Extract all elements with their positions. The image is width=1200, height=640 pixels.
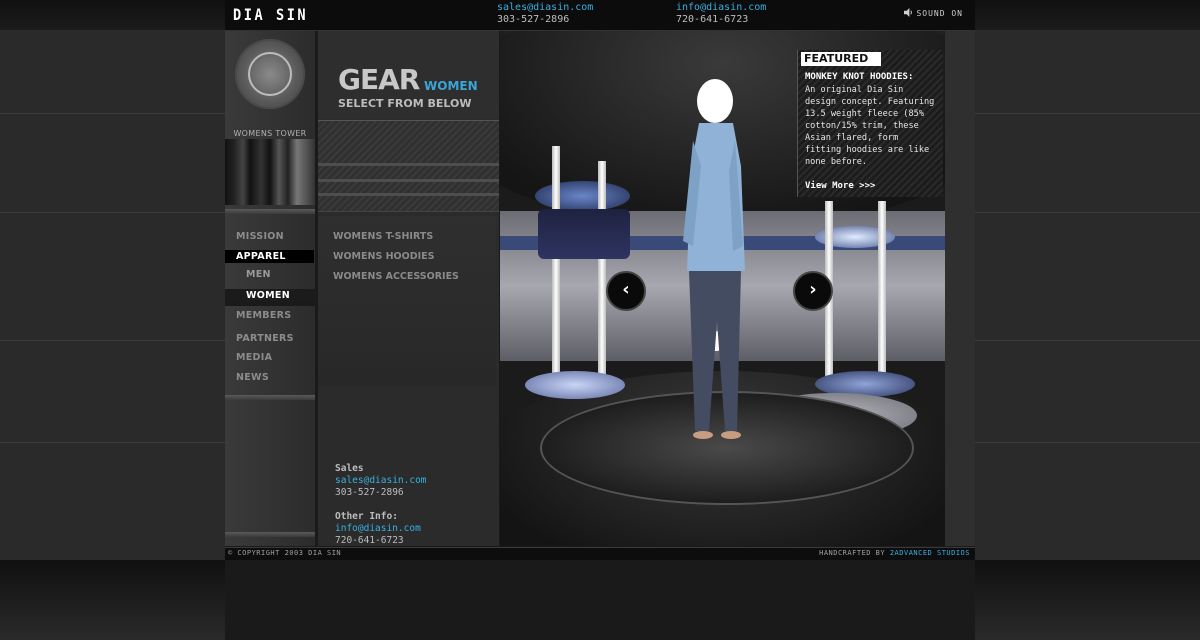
tower-label: WOMENS TOWER [233, 129, 307, 138]
next-arrow-button[interactable]: › [793, 271, 833, 311]
view-more-link[interactable]: View More >>> [805, 181, 875, 191]
nav-partners[interactable]: PARTNERS [236, 333, 294, 344]
womens-hoodies-link[interactable]: WOMENS HOODIES [333, 251, 434, 262]
sales-email-link[interactable]: sales@diasin.com [335, 475, 427, 487]
featured-title: MONKEY KNOT HOODIES: [805, 72, 914, 82]
sales-phone: 303-527-2896 [335, 487, 404, 498]
sales-block: Sales sales@diasin.com 303-527-2896 [335, 463, 427, 499]
stripe-panel [318, 120, 499, 212]
dia-sin-emblem [235, 39, 305, 109]
studio-link[interactable]: 2ADVANCED STUDIOS [890, 549, 970, 557]
copyright-text: © COPYRIGHT 2003 DIA SIN [228, 549, 342, 557]
womens-accessories-link[interactable]: WOMENS ACCESSORIES [333, 271, 459, 282]
nav-members[interactable]: MEMBERS [236, 310, 291, 321]
womens-tower-thumbnail[interactable] [225, 139, 315, 205]
info-email-link[interactable]: info@diasin.com [676, 2, 766, 14]
nav-divider [225, 395, 315, 400]
stripe-rule [318, 179, 499, 182]
info-contact: info@diasin.com 720-641-6723 [676, 2, 766, 26]
left-sidebar: WOMENS TOWER MISSION APPAREL MEN WOMEN M… [225, 31, 324, 546]
speaker-icon [904, 8, 913, 17]
nav-mission[interactable]: MISSION [236, 231, 284, 242]
left-pod-base [525, 371, 625, 399]
stripe-rule [318, 163, 499, 166]
womens-tshirts-link[interactable]: WOMENS T-SHIRTS [333, 231, 433, 242]
gear-column: GEAR WOMEN SELECT FROM BELOW WOMENS T-SH… [318, 31, 499, 546]
featured-description: An original Dia Sin design concept. Feat… [805, 85, 935, 167]
nav-divider [225, 532, 315, 537]
nav-divider [225, 209, 315, 214]
footer-bar: © COPYRIGHT 2003 DIA SIN HANDCRAFTED BY … [225, 547, 975, 560]
info-phone: 720-641-6723 [676, 14, 749, 25]
other-info-heading: Other Info: [335, 511, 398, 522]
nav-news[interactable]: NEWS [236, 372, 269, 383]
top-bar: DIA SIN sales@diasin.com 303-527-2896 in… [225, 0, 975, 31]
featured-tag: FEATURED [801, 52, 881, 66]
site-logo[interactable]: DIA SIN [233, 5, 308, 24]
info-phone: 720-641-6723 [335, 535, 404, 546]
nav-divider [225, 302, 315, 306]
sales-phone: 303-527-2896 [497, 14, 570, 25]
credit-prefix: HANDCRAFTED BY [819, 549, 886, 557]
featured-panel: FEATURED MONKEY KNOT HOODIES: An origina… [797, 50, 943, 197]
nav-apparel[interactable]: APPAREL [225, 250, 314, 263]
nav-media[interactable]: MEDIA [236, 352, 272, 363]
stripe-rule [318, 193, 499, 196]
info-email-link[interactable]: info@diasin.com [335, 523, 421, 535]
previous-arrow-button[interactable]: ‹ [606, 271, 646, 311]
left-pod-top [535, 181, 630, 211]
gear-category: WOMEN [424, 79, 478, 93]
sound-label: SOUND ON [916, 9, 963, 18]
gear-subtitle: SELECT FROM BELOW [338, 97, 472, 110]
sales-contact: sales@diasin.com 303-527-2896 [497, 2, 593, 26]
nav-women[interactable]: WOMEN [225, 289, 324, 302]
credit-text: HANDCRAFTED BY 2ADVANCED STUDIOS [819, 549, 970, 557]
light-tube [598, 161, 606, 386]
mannequin-figure [683, 79, 745, 439]
gear-title: GEAR [338, 63, 420, 96]
left-pod-drum [538, 209, 630, 259]
sales-email-link[interactable]: sales@diasin.com [497, 2, 593, 14]
light-tube [878, 201, 886, 386]
light-tube [552, 146, 560, 386]
other-info-block: Other Info: info@diasin.com 720-641-6723 [335, 511, 421, 547]
gear-header: GEAR WOMEN SELECT FROM BELOW [318, 31, 499, 119]
nav-men[interactable]: MEN [246, 269, 271, 280]
sound-toggle[interactable]: SOUND ON [904, 8, 963, 18]
sales-heading: Sales [335, 463, 364, 474]
emblem-ring [248, 52, 292, 96]
right-edge-panel [945, 31, 975, 546]
